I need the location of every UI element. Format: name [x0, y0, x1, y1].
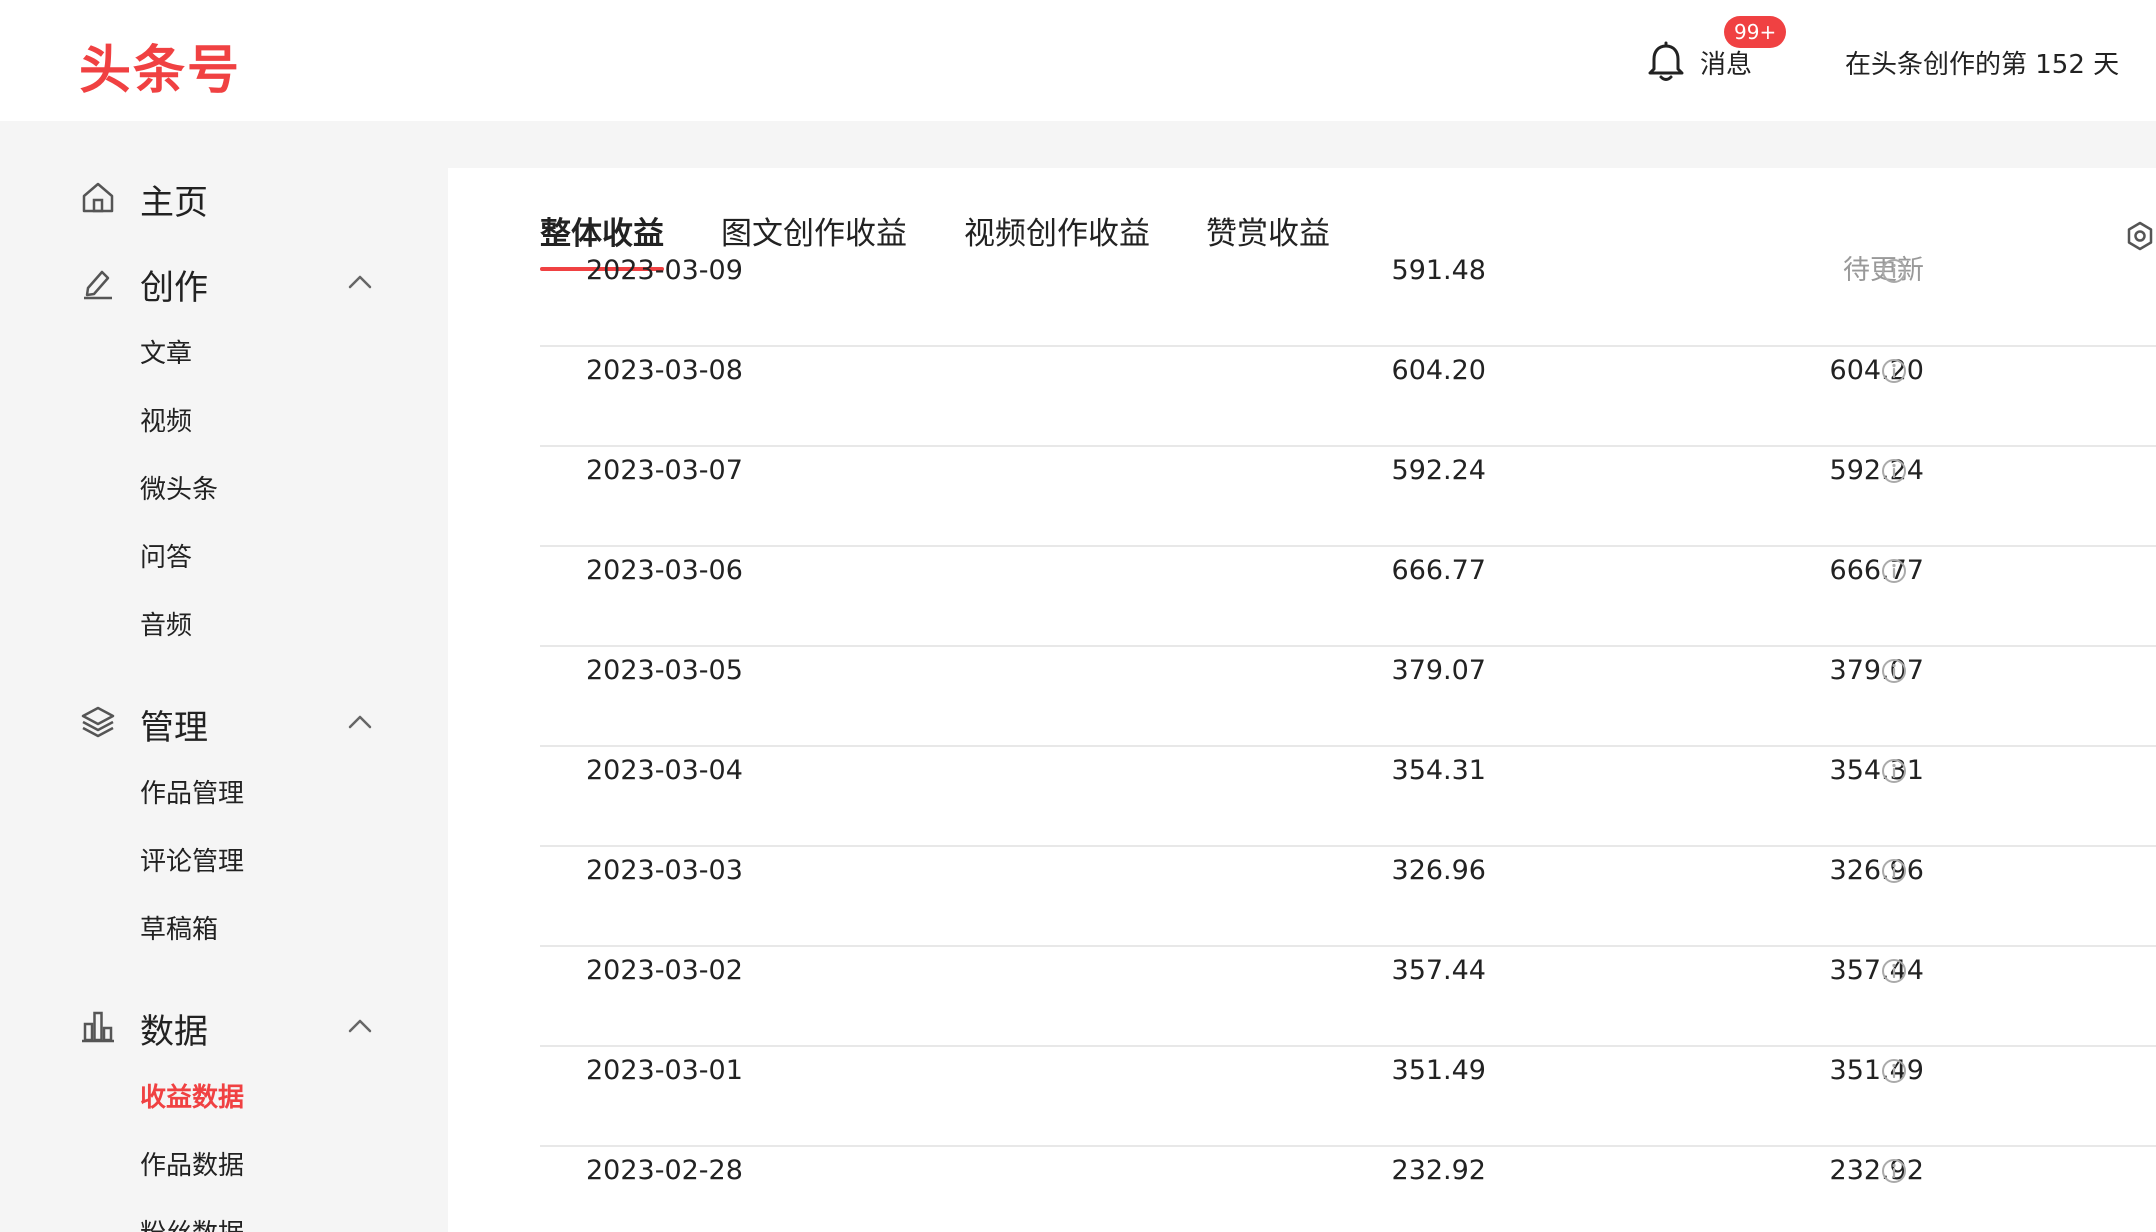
sidebar: 主页 创作 文章 视频 微头条 问答 音频 管理 作品管理 评论管理 草稿箱 数…	[0, 121, 448, 1232]
sidebar-group-manage[interactable]: 管理	[0, 690, 448, 750]
row-date: 2023-03-05	[586, 655, 743, 686]
row-estimated-revenue: 666.77	[1391, 555, 1486, 586]
table-row: 2023-03-03 326.96 326.96	[540, 847, 2156, 947]
info-icon[interactable]	[1880, 757, 1908, 785]
revenue-panel: 整体收益 图文创作收益 视频创作收益 赞赏收益 2023-03-09 591.48…	[448, 168, 2156, 1232]
table-row: 2023-03-01 351.49 351.49	[540, 1047, 2156, 1147]
info-icon[interactable]	[1880, 957, 1908, 985]
sidebar-item-revenue-data[interactable]: 收益数据	[140, 1077, 244, 1114]
sidebar-item-article[interactable]: 文章	[140, 333, 192, 370]
row-settled-revenue: 379.07	[1829, 655, 1924, 686]
row-estimated-revenue: 354.31	[1391, 755, 1486, 786]
sidebar-item-home[interactable]: 主页	[0, 165, 448, 225]
table-row: 2023-03-08 604.20 604.20	[540, 347, 2156, 447]
row-estimated-revenue: 379.07	[1391, 655, 1486, 686]
row-date: 2023-03-08	[586, 355, 743, 386]
sidebar-item-video[interactable]: 视频	[140, 401, 192, 438]
sidebar-item-works-manage[interactable]: 作品管理	[140, 773, 244, 810]
table-row: 2023-03-05 379.07 379.07	[540, 647, 2156, 747]
info-icon[interactable]	[1880, 457, 1908, 485]
row-estimated-revenue: 604.20	[1391, 355, 1486, 386]
table-row: 2023-03-02 357.44 357.44	[540, 947, 2156, 1047]
sidebar-group-label: 数据	[140, 1012, 208, 1052]
messages-link[interactable]: 消息	[1700, 44, 1752, 81]
row-estimated-revenue: 592.24	[1391, 455, 1486, 486]
sidebar-item-qa[interactable]: 问答	[140, 537, 192, 574]
row-date: 2023-03-07	[586, 455, 743, 486]
table-row: 2023-02-28 232.92 232.92	[540, 1147, 2156, 1232]
row-estimated-revenue: 357.44	[1391, 955, 1486, 986]
row-settled-revenue: 351.49	[1829, 1055, 1924, 1086]
chevron-up-icon[interactable]	[346, 1012, 374, 1040]
row-settled-revenue: 357.44	[1829, 955, 1924, 986]
sidebar-item-comments-manage[interactable]: 评论管理	[140, 841, 244, 878]
sidebar-item-fans-data[interactable]: 粉丝数据	[140, 1213, 244, 1232]
sidebar-group-create[interactable]: 创作	[0, 250, 448, 310]
info-icon[interactable]	[1880, 257, 1908, 285]
row-date: 2023-03-06	[586, 555, 743, 586]
row-settled-revenue: 354.31	[1829, 755, 1924, 786]
info-icon[interactable]	[1880, 557, 1908, 585]
sidebar-item-drafts[interactable]: 草稿箱	[140, 909, 218, 946]
pencil-icon	[84, 270, 112, 300]
row-settled-revenue: 592.24	[1829, 455, 1924, 486]
row-date: 2023-02-28	[586, 1155, 743, 1186]
row-date: 2023-03-04	[586, 755, 743, 786]
row-estimated-revenue: 232.92	[1391, 1155, 1486, 1186]
chevron-up-icon[interactable]	[346, 268, 374, 296]
sidebar-group-label: 管理	[140, 708, 208, 748]
row-date: 2023-03-03	[586, 855, 743, 886]
row-date: 2023-03-01	[586, 1055, 743, 1086]
sidebar-item-micro[interactable]: 微头条	[140, 469, 218, 506]
row-estimated-revenue: 326.96	[1391, 855, 1486, 886]
bell-icon[interactable]	[1644, 40, 1688, 84]
sidebar-group-data[interactable]: 数据	[0, 994, 448, 1054]
row-date: 2023-03-02	[586, 955, 743, 986]
info-icon[interactable]	[1880, 857, 1908, 885]
row-settled-revenue: 666.77	[1829, 555, 1924, 586]
chevron-up-icon[interactable]	[346, 708, 374, 736]
info-icon[interactable]	[1880, 357, 1908, 385]
creator-days-text: 在头条创作的第 152 天	[1845, 50, 2120, 80]
layers-icon	[81, 706, 115, 738]
bar-chart-icon	[82, 1011, 114, 1043]
sidebar-item-label: 主页	[140, 183, 208, 223]
home-icon	[82, 182, 114, 213]
table-row: 2023-03-06 666.77 666.77	[540, 547, 2156, 647]
sidebar-item-audio[interactable]: 音频	[140, 605, 192, 642]
top-header: 头条号 消息 99+ 在头条创作的第 152 天	[0, 0, 2156, 121]
row-date: 2023-03-09	[586, 255, 743, 286]
info-icon[interactable]	[1880, 657, 1908, 685]
sidebar-group-label: 创作	[140, 268, 208, 308]
table-row: 2023-03-07 592.24 592.24	[540, 447, 2156, 547]
app-logo[interactable]: 头条号	[79, 28, 241, 103]
row-estimated-revenue: 591.48	[1391, 255, 1486, 286]
table-row: 2023-03-09 591.48 待更新	[540, 247, 2156, 347]
sidebar-item-works-data[interactable]: 作品数据	[140, 1145, 244, 1182]
messages-badge: 99+	[1724, 16, 1787, 48]
row-settled-revenue: 232.92	[1829, 1155, 1924, 1186]
row-settled-revenue: 604.20	[1829, 355, 1924, 386]
row-settled-revenue: 326.96	[1829, 855, 1924, 886]
info-icon[interactable]	[1880, 1057, 1908, 1085]
info-icon[interactable]	[1880, 1157, 1908, 1185]
row-estimated-revenue: 351.49	[1391, 1055, 1486, 1086]
table-row: 2023-03-04 354.31 354.31	[540, 747, 2156, 847]
